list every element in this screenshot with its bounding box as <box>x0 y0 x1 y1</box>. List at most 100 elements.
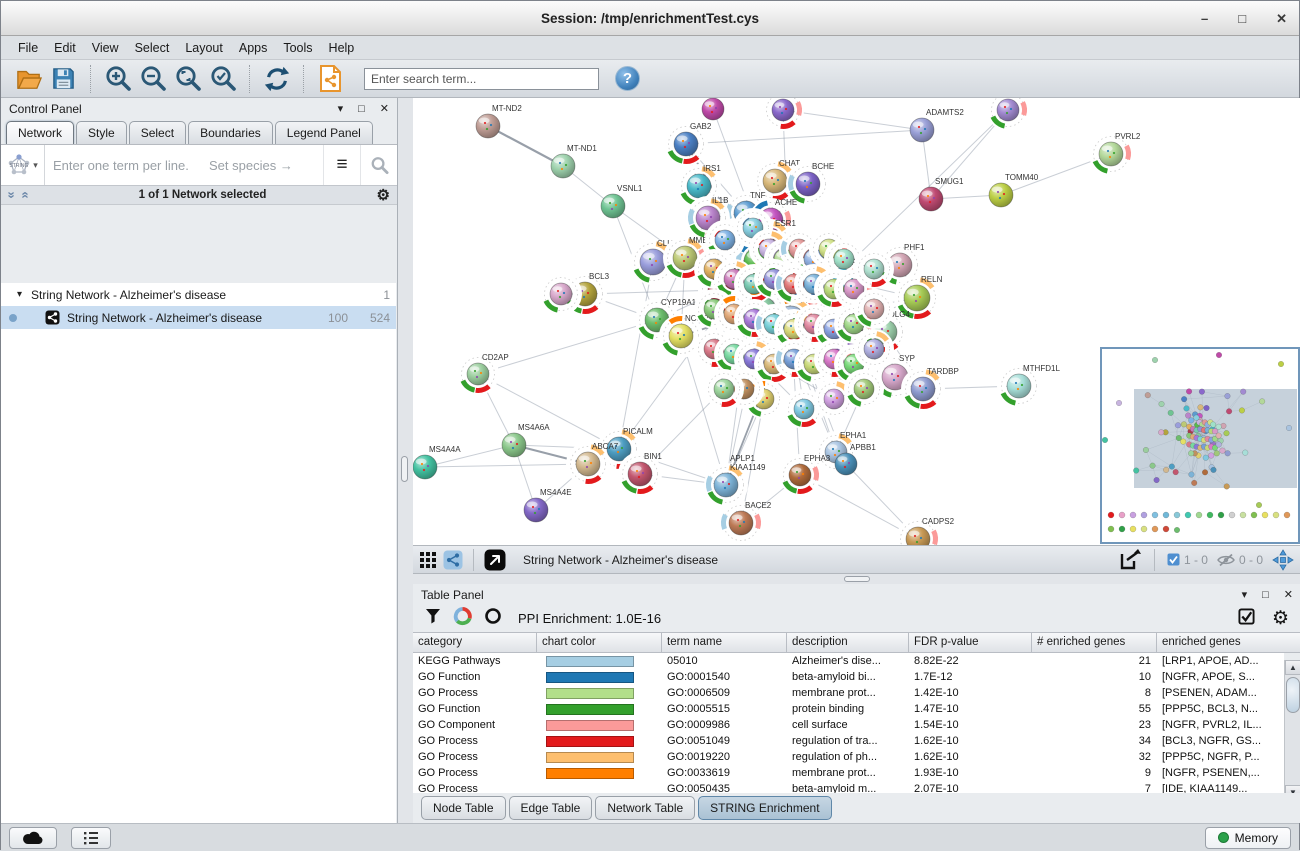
table-row[interactable]: GO ProcessGO:0050435beta-amyloid m...2.0… <box>413 781 1284 793</box>
network-node-GAB2[interactable]: GAB2 <box>669 122 712 162</box>
menu-item-file[interactable]: File <box>11 39 45 57</box>
table-row[interactable]: GO ComponentGO:0009986cell surface1.54E-… <box>413 717 1284 733</box>
network-node-MT-ND1[interactable]: MT-ND1 <box>551 144 597 178</box>
export-network-button[interactable] <box>1118 548 1142 572</box>
tab-select[interactable]: Select <box>129 121 186 144</box>
network-collection-row[interactable]: ▾ String Network - Alzheimer's disease 1 <box>1 283 396 306</box>
network-node-TARDBP[interactable]: TARDBP <box>906 367 959 407</box>
zoom-in-button[interactable] <box>100 63 135 94</box>
network-node-VSNL1[interactable]: VSNL1 <box>601 184 643 218</box>
table-scrollbar[interactable]: ▲ ▼ <box>1284 660 1300 800</box>
zoom-out-button[interactable] <box>135 63 170 94</box>
grid-view-button[interactable] <box>420 552 436 568</box>
column-header-category[interactable]: category <box>413 633 537 652</box>
open-session-button[interactable] <box>11 63 46 94</box>
table-row[interactable]: KEGG Pathways05010Alzheimer's dise...8.8… <box>413 653 1284 669</box>
search-input[interactable] <box>364 68 599 90</box>
network-node-MS4A4A[interactable]: MS4A4A <box>413 445 461 479</box>
network-view[interactable]: MT-ND2MT-ND1VSNL1GAB2IRS1CHATBCHETNFIL1B… <box>413 98 1300 574</box>
string-logo-button[interactable]: STRING ▾ <box>1 145 45 185</box>
table-row[interactable]: GO FunctionGO:0005515protein binding1.47… <box>413 701 1284 717</box>
network-node-CADPS2[interactable]: CADPS2 <box>901 517 955 546</box>
panel-close-icon[interactable]: ✕ <box>380 102 389 115</box>
network-row[interactable]: String Network - Alzheimer's disease 100… <box>1 306 396 329</box>
birds-eye-view[interactable] <box>1101 348 1299 543</box>
expand-all-icon[interactable]: » <box>20 191 30 198</box>
string-search-button[interactable] <box>360 145 397 185</box>
share-network-button[interactable] <box>443 550 463 570</box>
tab-string-enrichment[interactable]: STRING Enrichment <box>698 796 831 820</box>
select-columns-button[interactable] <box>1238 608 1255 630</box>
table-row[interactable]: GO ProcessGO:0019220regulation of ph...1… <box>413 749 1284 765</box>
close-button[interactable]: ✕ <box>1276 11 1287 27</box>
help-button[interactable]: ? <box>615 66 640 91</box>
network-node-BIN1[interactable]: BIN1 <box>623 452 663 492</box>
filter-button[interactable] <box>425 608 441 629</box>
network-canvas[interactable]: MT-ND2MT-ND1VSNL1GAB2IRS1CHATBCHETNFIL1B… <box>413 98 1300 546</box>
memory-button[interactable]: Memory <box>1205 827 1291 849</box>
table-row[interactable]: GO FunctionGO:0001540beta-amyloid bi...1… <box>413 669 1284 685</box>
tab-network[interactable]: Network <box>6 121 74 144</box>
network-node-BACE2[interactable]: BACE2 <box>724 501 772 541</box>
zoom-selected-button[interactable] <box>205 63 240 94</box>
table-splitter[interactable] <box>413 574 1300 584</box>
menu-item-view[interactable]: View <box>85 39 126 57</box>
table-row[interactable]: GO ProcessGO:0051049regulation of tra...… <box>413 733 1284 749</box>
panel-menu-caret-icon[interactable]: ▾ <box>338 102 344 115</box>
minimize-button[interactable]: – <box>1201 11 1208 26</box>
column-header-term-name[interactable]: term name <box>662 633 787 652</box>
string-query-input[interactable] <box>45 145 323 185</box>
network-node[interactable] <box>767 98 800 127</box>
network-node[interactable] <box>992 98 1025 127</box>
network-node-MTHFD1L[interactable]: MTHFD1L <box>1002 364 1061 404</box>
tab-style[interactable]: Style <box>76 121 127 144</box>
menu-item-select[interactable]: Select <box>128 39 177 57</box>
birds-eye-toggle-button[interactable] <box>1272 549 1294 571</box>
menu-item-edit[interactable]: Edit <box>47 39 83 57</box>
collapse-all-icon[interactable]: » <box>7 191 17 198</box>
panel-close-icon[interactable]: ✕ <box>1284 588 1293 601</box>
menu-item-apps[interactable]: Apps <box>232 39 275 57</box>
splitter-handle[interactable] <box>401 456 408 482</box>
network-node-CD2AP[interactable]: CD2AP <box>462 353 509 391</box>
panel-float-icon[interactable]: □ <box>358 103 365 115</box>
network-node-MS4A4E[interactable]: MS4A4E <box>524 488 572 522</box>
tab-network-table[interactable]: Network Table <box>595 796 695 820</box>
scrollbar-thumb[interactable] <box>1286 677 1300 713</box>
column-header--enriched-genes[interactable]: # enriched genes <box>1032 633 1157 652</box>
table-row[interactable]: GO ProcessGO:0033619membrane prot...1.93… <box>413 765 1284 781</box>
network-node-PVRL2[interactable]: PVRL2 <box>1094 132 1141 172</box>
tab-edge-table[interactable]: Edge Table <box>509 796 593 820</box>
column-header-enriched-genes[interactable]: enriched genes <box>1157 633 1300 652</box>
scroll-up-button[interactable]: ▲ <box>1285 660 1300 675</box>
splitter-handle[interactable] <box>844 576 870 582</box>
tree-expand-icon[interactable]: ▾ <box>17 289 22 300</box>
zoom-fit-button[interactable] <box>170 63 205 94</box>
save-session-button[interactable] <box>46 63 81 94</box>
network-node-BCHE[interactable]: BCHE <box>791 162 835 202</box>
network-node-APLP1[interactable]: APLP1KIAA1149 <box>709 454 766 503</box>
menu-item-tools[interactable]: Tools <box>276 39 319 57</box>
network-node-EPHA3[interactable]: EPHA3 <box>784 454 831 492</box>
column-header-chart-color[interactable]: chart color <box>537 633 662 652</box>
panel-float-icon[interactable]: □ <box>1262 589 1269 601</box>
panel-menu-caret-icon[interactable]: ▾ <box>1242 588 1248 601</box>
network-gear-icon[interactable]: ⚙ <box>377 186 390 204</box>
import-network-button[interactable] <box>313 63 348 94</box>
tab-boundaries[interactable]: Boundaries <box>188 121 273 144</box>
column-header-description[interactable]: description <box>787 633 909 652</box>
task-history-button[interactable] <box>71 827 111 849</box>
cloud-button[interactable] <box>9 827 57 849</box>
network-node-ADAMTS2[interactable]: ADAMTS2 <box>910 108 964 142</box>
string-options-button[interactable]: ≡ <box>323 145 360 185</box>
menu-item-help[interactable]: Help <box>322 39 362 57</box>
graphics-details-button[interactable] <box>484 549 506 571</box>
network-node[interactable] <box>702 98 724 120</box>
settings-gear-icon[interactable]: ⚙ <box>1272 607 1289 630</box>
menu-item-layout[interactable]: Layout <box>178 39 230 57</box>
maximize-button[interactable]: □ <box>1238 11 1246 26</box>
column-header-fdr-p-value[interactable]: FDR p-value <box>909 633 1032 652</box>
network-node-SMUG1[interactable]: SMUG1 <box>919 177 964 211</box>
table-row[interactable]: GO ProcessGO:0006509membrane prot...1.42… <box>413 685 1284 701</box>
tab-legend-panel[interactable]: Legend Panel <box>275 121 373 144</box>
